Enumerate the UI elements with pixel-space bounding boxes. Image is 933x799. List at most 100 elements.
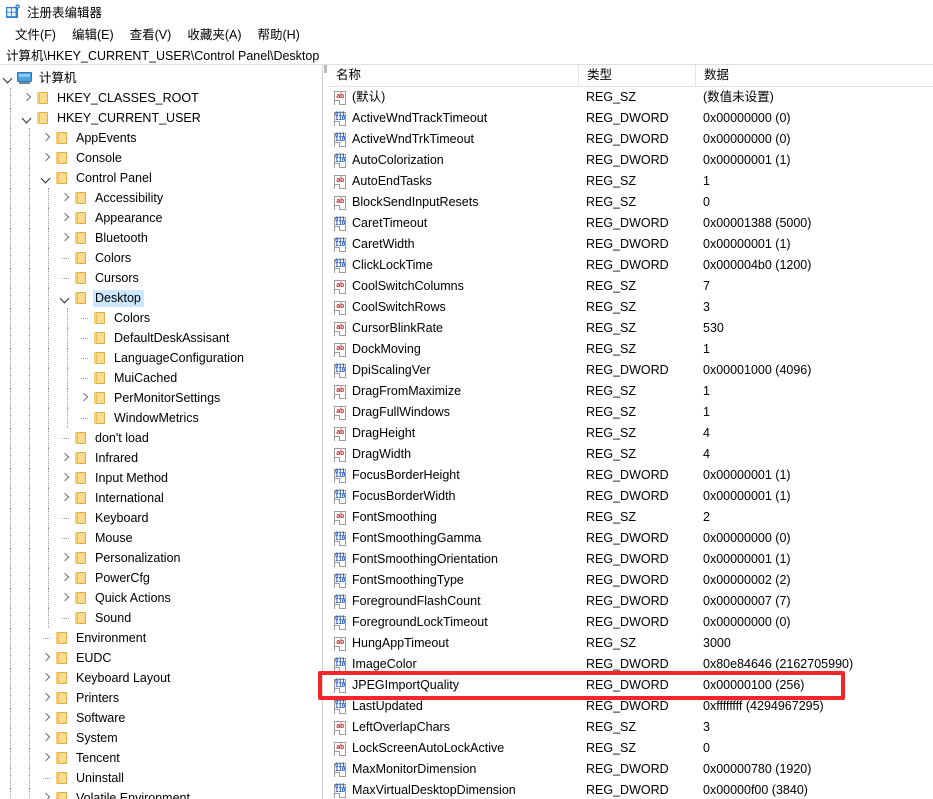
tree-item-desktop[interactable]: Desktop — [0, 288, 318, 308]
table-row[interactable]: ab DockMoving REG_SZ 1 — [328, 339, 933, 360]
table-row[interactable]: ab CoolSwitchRows REG_SZ 3 — [328, 297, 933, 318]
table-row[interactable]: ab DragFullWindows REG_SZ 1 — [328, 402, 933, 423]
chevron-down-icon[interactable] — [0, 70, 16, 86]
chevron-right-icon[interactable] — [38, 730, 54, 746]
chevron-right-icon[interactable] — [57, 190, 73, 206]
menu-view[interactable]: 查看(V) — [122, 23, 180, 45]
chevron-right-icon[interactable] — [57, 470, 73, 486]
tree-item-appearance[interactable]: Appearance — [0, 208, 318, 228]
table-row[interactable]: 011 110 ForegroundLockTimeout REG_DWORD 0x00… — [328, 612, 933, 633]
chevron-right-icon[interactable] — [57, 570, 73, 586]
chevron-right-icon[interactable] — [76, 390, 92, 406]
table-row[interactable]: 011 110 ClickLockTime REG_DWORD 0x000004b0 (… — [328, 255, 933, 276]
table-row[interactable]: 011 110 FocusBorderWidth REG_DWORD 0x0000000… — [328, 486, 933, 507]
tree-item-permonitorsettings[interactable]: PerMonitorSettings — [0, 388, 318, 408]
tree-item-languageconfiguration[interactable]: LanguageConfiguration — [0, 348, 318, 368]
table-row[interactable]: 011 110 FontSmoothingGamma REG_DWORD 0x00000… — [328, 528, 933, 549]
pane-splitter[interactable] — [318, 65, 328, 799]
table-row[interactable]: 011 110 AutoColorization REG_DWORD 0x0000000… — [328, 150, 933, 171]
tree-item-sound[interactable]: Sound — [0, 608, 318, 628]
tree-item-infrared[interactable]: Infrared — [0, 448, 318, 468]
tree-item-control-panel[interactable]: Control Panel — [0, 168, 318, 188]
chevron-down-icon[interactable] — [57, 290, 73, 306]
menu-help[interactable]: 帮助(H) — [249, 23, 307, 45]
tree-item-tencent[interactable]: Tencent — [0, 748, 318, 768]
address-bar[interactable]: 计算机\HKEY_CURRENT_USER\Control Panel\Desk… — [0, 44, 933, 65]
chevron-right-icon[interactable] — [19, 90, 35, 106]
tree-item-accessibility[interactable]: Accessibility — [0, 188, 318, 208]
chevron-right-icon[interactable] — [38, 750, 54, 766]
table-row[interactable]: 011 110 MaxMonitorDimension REG_DWORD 0x0000… — [328, 759, 933, 780]
tree-item-console[interactable]: Console — [0, 148, 318, 168]
table-row[interactable]: 011 110 ActiveWndTrackTimeout REG_DWORD 0x00… — [328, 108, 933, 129]
chevron-right-icon[interactable] — [57, 230, 73, 246]
tree-item-quick-actions[interactable]: Quick Actions — [0, 588, 318, 608]
table-row[interactable]: ab DragFromMaximize REG_SZ 1 — [328, 381, 933, 402]
chevron-right-icon[interactable] — [38, 670, 54, 686]
tree-item-keyboard-layout[interactable]: Keyboard Layout — [0, 668, 318, 688]
table-row[interactable]: 011 110 ActiveWndTrkTimeout REG_DWORD 0x0000… — [328, 129, 933, 150]
tree-item-muicached[interactable]: MuiCached — [0, 368, 318, 388]
tree-item-eudc[interactable]: EUDC — [0, 648, 318, 668]
table-row[interactable]: 011 110 CaretTimeout REG_DWORD 0x00001388 (5… — [328, 213, 933, 234]
tree-item-volatile-environment[interactable]: Volatile Environment — [0, 788, 318, 799]
tree-item-hkey-current-user[interactable]: HKEY_CURRENT_USER — [0, 108, 318, 128]
tree-item-defaultdeskassisant[interactable]: DefaultDeskAssisant — [0, 328, 318, 348]
menu-edit[interactable]: 编辑(E) — [64, 23, 122, 45]
tree-item-personalization[interactable]: Personalization — [0, 548, 318, 568]
chevron-right-icon[interactable] — [57, 590, 73, 606]
tree-item-uninstall[interactable]: Uninstall — [0, 768, 318, 788]
table-row[interactable]: 011 110 FontSmoothingType REG_DWORD 0x000000… — [328, 570, 933, 591]
chevron-down-icon[interactable] — [19, 110, 35, 126]
tree-item-cursors[interactable]: Cursors — [0, 268, 318, 288]
chevron-right-icon[interactable] — [38, 130, 54, 146]
chevron-right-icon[interactable] — [38, 650, 54, 666]
chevron-right-icon[interactable] — [57, 450, 73, 466]
chevron-down-icon[interactable] — [38, 170, 54, 186]
table-row[interactable]: 011 110 FocusBorderHeight REG_DWORD 0x000000… — [328, 465, 933, 486]
table-row[interactable]: ab FontSmoothing REG_SZ 2 — [328, 507, 933, 528]
chevron-right-icon[interactable] — [57, 210, 73, 226]
tree-item-keyboard[interactable]: Keyboard — [0, 508, 318, 528]
table-row[interactable]: 011 110 DpiScalingVer REG_DWORD 0x00001000 (… — [328, 360, 933, 381]
tree-item-powercfg[interactable]: PowerCfg — [0, 568, 318, 588]
chevron-right-icon[interactable] — [38, 790, 54, 799]
column-header-type[interactable]: 类型 — [578, 65, 695, 87]
tree-item-printers[interactable]: Printers — [0, 688, 318, 708]
tree-item-hkey-classes-root[interactable]: HKEY_CLASSES_ROOT — [0, 88, 318, 108]
tree-item-bluetooth[interactable]: Bluetooth — [0, 228, 318, 248]
tree-item-colors[interactable]: Colors — [0, 308, 318, 328]
tree-item-colors[interactable]: Colors — [0, 248, 318, 268]
tree-item-windowmetrics[interactable]: WindowMetrics — [0, 408, 318, 428]
table-row[interactable]: 011 110 JPEGImportQuality REG_DWORD 0x000001… — [328, 675, 933, 696]
tree-item-software[interactable]: Software — [0, 708, 318, 728]
table-row[interactable]: ab CoolSwitchColumns REG_SZ 7 — [328, 276, 933, 297]
table-row[interactable]: ab LockScreenAutoLockActive REG_SZ 0 — [328, 738, 933, 759]
table-row[interactable]: ab DragHeight REG_SZ 4 — [328, 423, 933, 444]
column-header-data[interactable]: 数据 — [695, 65, 933, 87]
column-header-name[interactable]: 名称 — [328, 65, 578, 87]
tree-item-mouse[interactable]: Mouse — [0, 528, 318, 548]
table-row[interactable]: ab (默认) REG_SZ (数值未设置) — [328, 87, 933, 108]
tree-item-environment[interactable]: Environment — [0, 628, 318, 648]
table-row[interactable]: ab LeftOverlapChars REG_SZ 3 — [328, 717, 933, 738]
tree-item--[interactable]: 计算机 — [0, 68, 318, 88]
table-row[interactable]: ab DragWidth REG_SZ 4 — [328, 444, 933, 465]
chevron-right-icon[interactable] — [57, 490, 73, 506]
table-row[interactable]: 011 110 ImageColor REG_DWORD 0x80e84646 (216… — [328, 654, 933, 675]
tree-item-appevents[interactable]: AppEvents — [0, 128, 318, 148]
chevron-right-icon[interactable] — [38, 690, 54, 706]
menu-file[interactable]: 文件(F) — [7, 23, 64, 45]
menu-favorites[interactable]: 收藏夹(A) — [179, 23, 249, 45]
chevron-right-icon[interactable] — [38, 710, 54, 726]
registry-tree[interactable]: 计算机 HKEY_CLASSES_ROOT HKEY_CURRENT_USER App… — [0, 65, 318, 799]
table-row[interactable]: ab BlockSendInputResets REG_SZ 0 — [328, 192, 933, 213]
table-row[interactable]: ab AutoEndTasks REG_SZ 1 — [328, 171, 933, 192]
table-row[interactable]: ab HungAppTimeout REG_SZ 3000 — [328, 633, 933, 654]
table-row[interactable]: 011 110 ForegroundFlashCount REG_DWORD 0x000… — [328, 591, 933, 612]
chevron-right-icon[interactable] — [38, 150, 54, 166]
table-row[interactable]: 011 110 MaxVirtualDesktopDimension REG_DWOR… — [328, 780, 933, 799]
tree-item-international[interactable]: International — [0, 488, 318, 508]
table-row[interactable]: ab CursorBlinkRate REG_SZ 530 — [328, 318, 933, 339]
tree-item-input-method[interactable]: Input Method — [0, 468, 318, 488]
